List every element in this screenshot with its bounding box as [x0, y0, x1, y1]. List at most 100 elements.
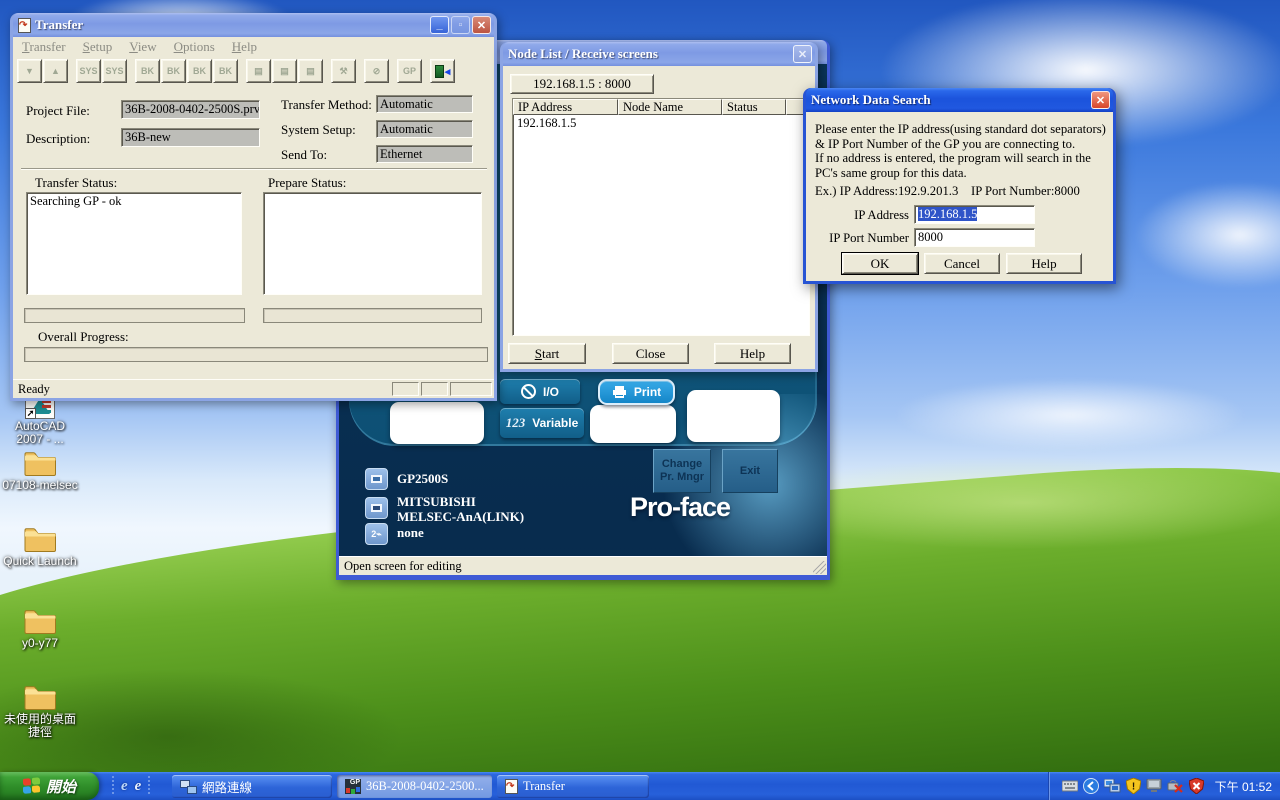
- toolbar-sys-send-button[interactable]: SYS: [76, 59, 101, 83]
- hide-icons-chevron[interactable]: [1083, 778, 1100, 795]
- ip-port-input[interactable]: 8000: [914, 228, 1035, 247]
- proface-screen-card[interactable]: [590, 405, 676, 443]
- printer-icon: [612, 385, 627, 399]
- system-tray: ! 下午 01:52: [1049, 772, 1280, 800]
- close-button[interactable]: ✕: [472, 16, 491, 34]
- menu-transfer[interactable]: Transfer: [22, 39, 66, 56]
- node-list-window[interactable]: Node List / Receive screens ✕ 192.168.1.…: [500, 42, 818, 372]
- toolbar-card-2-button[interactable]: ▤: [272, 59, 297, 83]
- help-list-button[interactable]: Help: [714, 343, 791, 364]
- variable-button[interactable]: 123 Variable: [500, 408, 584, 438]
- transfer-window[interactable]: ↷ Transfer _ ▫ ✕ Transfer Setup View Opt…: [10, 13, 497, 401]
- toolbar-send-button[interactable]: ▼: [17, 59, 42, 83]
- no-entry-icon: [521, 384, 536, 399]
- print-button[interactable]: Print: [598, 379, 675, 405]
- extra-device: none: [397, 525, 424, 541]
- start-button[interactable]: Start: [508, 343, 586, 364]
- network-status-icon[interactable]: [1104, 778, 1121, 795]
- statusbar-panel: [450, 382, 492, 396]
- menu-setup[interactable]: Setup: [83, 39, 113, 56]
- ie-quick-launch-icon[interactable]: e: [121, 778, 128, 795]
- column-status[interactable]: Status: [722, 99, 786, 115]
- overall-progress-label: Overall Progress:: [38, 329, 129, 345]
- menu-options[interactable]: Options: [174, 39, 215, 56]
- transfer-menubar: Transfer Setup View Options Help: [13, 37, 494, 56]
- ip-address-input[interactable]: 192.168.1.5: [914, 205, 1035, 224]
- proface-logo: Pro-face: [630, 492, 730, 523]
- security-center-shield-icon[interactable]: [1188, 778, 1205, 795]
- dialog-body: Please enter the IP address(using standa…: [806, 112, 1113, 281]
- toolbar-backup-1-button[interactable]: BK: [135, 59, 160, 83]
- minimize-button[interactable]: _: [430, 16, 449, 34]
- menu-view[interactable]: View: [129, 39, 156, 56]
- proface-screen-card[interactable]: [687, 390, 780, 442]
- network-data-search-dialog[interactable]: Network Data Search ✕ Please enter the I…: [803, 88, 1116, 284]
- proface-status-text: Open screen for editing: [344, 559, 462, 574]
- ok-button[interactable]: OK: [842, 253, 918, 274]
- cloud: [1090, 150, 1280, 320]
- node-row-ip[interactable]: 192.168.1.5: [513, 115, 809, 132]
- dialog-instructions-2: If no address is entered, the program wi…: [815, 151, 1111, 180]
- toolbar-card-1-button[interactable]: ▤: [246, 59, 271, 83]
- close-button[interactable]: ✕: [793, 45, 812, 63]
- help-dialog-button[interactable]: Help: [1006, 253, 1082, 274]
- plc-vendor: MITSUBISHI: [397, 494, 476, 510]
- toolbar-receive-button[interactable]: ▲: [43, 59, 68, 83]
- transfer-method-field: Automatic: [376, 95, 473, 113]
- node-list-view[interactable]: IP Address Node Name Status 192.168.1.5: [512, 98, 810, 336]
- toolbar-exit-button[interactable]: ◂: [430, 59, 455, 83]
- task-network-connections[interactable]: 網路連線: [172, 775, 332, 798]
- transfer-app-icon: ↷: [18, 18, 31, 33]
- proface-screen-card[interactable]: [390, 402, 484, 444]
- toolbar-sys-receive-button[interactable]: SYS: [102, 59, 127, 83]
- keyboard-layout-icon[interactable]: [1062, 778, 1079, 795]
- close-list-button[interactable]: Close: [612, 343, 689, 364]
- address-segment-button[interactable]: 192.168.1.5 : 8000: [510, 74, 654, 94]
- io-button-label: I/O: [543, 385, 559, 399]
- ie-shell-quick-launch-icon[interactable]: e: [135, 778, 142, 795]
- desktop-icon-y0-y77[interactable]: y0-y77: [1, 607, 79, 650]
- start-button[interactable]: 開始: [0, 772, 99, 800]
- toolbar-stop-button[interactable]: ⊘: [364, 59, 389, 83]
- transfer-toolbar: ▼ ▲ SYS SYS BK BK BK BK ▤ ▤ ▤ ⚒ ⊘ GP ◂: [17, 56, 456, 86]
- close-button[interactable]: ✕: [1091, 91, 1110, 109]
- folder-icon: [1, 607, 79, 636]
- desktop-icon-unused-shortcuts[interactable]: 未使用的桌面捷徑: [1, 683, 79, 739]
- security-alert-shield-icon[interactable]: !: [1125, 778, 1142, 795]
- maximize-button[interactable]: ▫: [451, 16, 470, 34]
- desktop-icon-quick-launch[interactable]: Quick Launch: [1, 525, 79, 568]
- column-ip-address[interactable]: IP Address: [513, 99, 618, 115]
- toolbar-setup-button[interactable]: ⚒: [331, 59, 356, 83]
- folder-icon: [1, 683, 79, 712]
- menu-help[interactable]: Help: [232, 39, 257, 56]
- task-label: Transfer: [523, 779, 565, 794]
- transfer-status-label: Transfer Status:: [35, 175, 117, 191]
- resize-grip[interactable]: [813, 561, 826, 574]
- task-transfer[interactable]: ↷ Transfer: [497, 775, 649, 798]
- node-list-titlebar[interactable]: Node List / Receive screens ✕: [503, 42, 815, 66]
- ip-port-label: IP Port Number: [806, 231, 909, 246]
- toolbar-gp-info-button[interactable]: GP: [397, 59, 422, 83]
- change-line2: Pr. Mngr: [660, 471, 704, 484]
- io-button[interactable]: I/O: [500, 379, 580, 404]
- display-unit-icon: [365, 468, 388, 490]
- desktop-icon-07108-melsec[interactable]: 07108-melsec: [1, 449, 79, 492]
- device-model: GP2500S: [397, 471, 448, 487]
- column-node-name[interactable]: Node Name: [618, 99, 722, 115]
- ip-address-label: IP Address: [806, 208, 909, 223]
- transfer-titlebar[interactable]: ↷ Transfer _ ▫ ✕: [13, 13, 494, 37]
- exit-button[interactable]: Exit: [722, 449, 778, 493]
- task-gp-project[interactable]: GP 36B-2008-0402-2500...: [337, 775, 492, 798]
- network-connections-icon: [180, 780, 197, 794]
- toolbar-backup-3-button[interactable]: BK: [187, 59, 212, 83]
- toolbar-card-3-button[interactable]: ▤: [298, 59, 323, 83]
- toolbar-backup-2-button[interactable]: BK: [161, 59, 186, 83]
- display-settings-icon[interactable]: [1146, 778, 1163, 795]
- taskbar-clock[interactable]: 下午 01:52: [1215, 778, 1272, 795]
- print-button-label: Print: [634, 385, 661, 399]
- wireless-disconnected-icon[interactable]: [1167, 778, 1184, 795]
- cancel-button[interactable]: Cancel: [924, 253, 1000, 274]
- change-pr-mngr-button[interactable]: Change Pr. Mngr: [653, 449, 711, 493]
- dialog-titlebar[interactable]: Network Data Search ✕: [806, 88, 1113, 112]
- toolbar-backup-4-button[interactable]: BK: [213, 59, 238, 83]
